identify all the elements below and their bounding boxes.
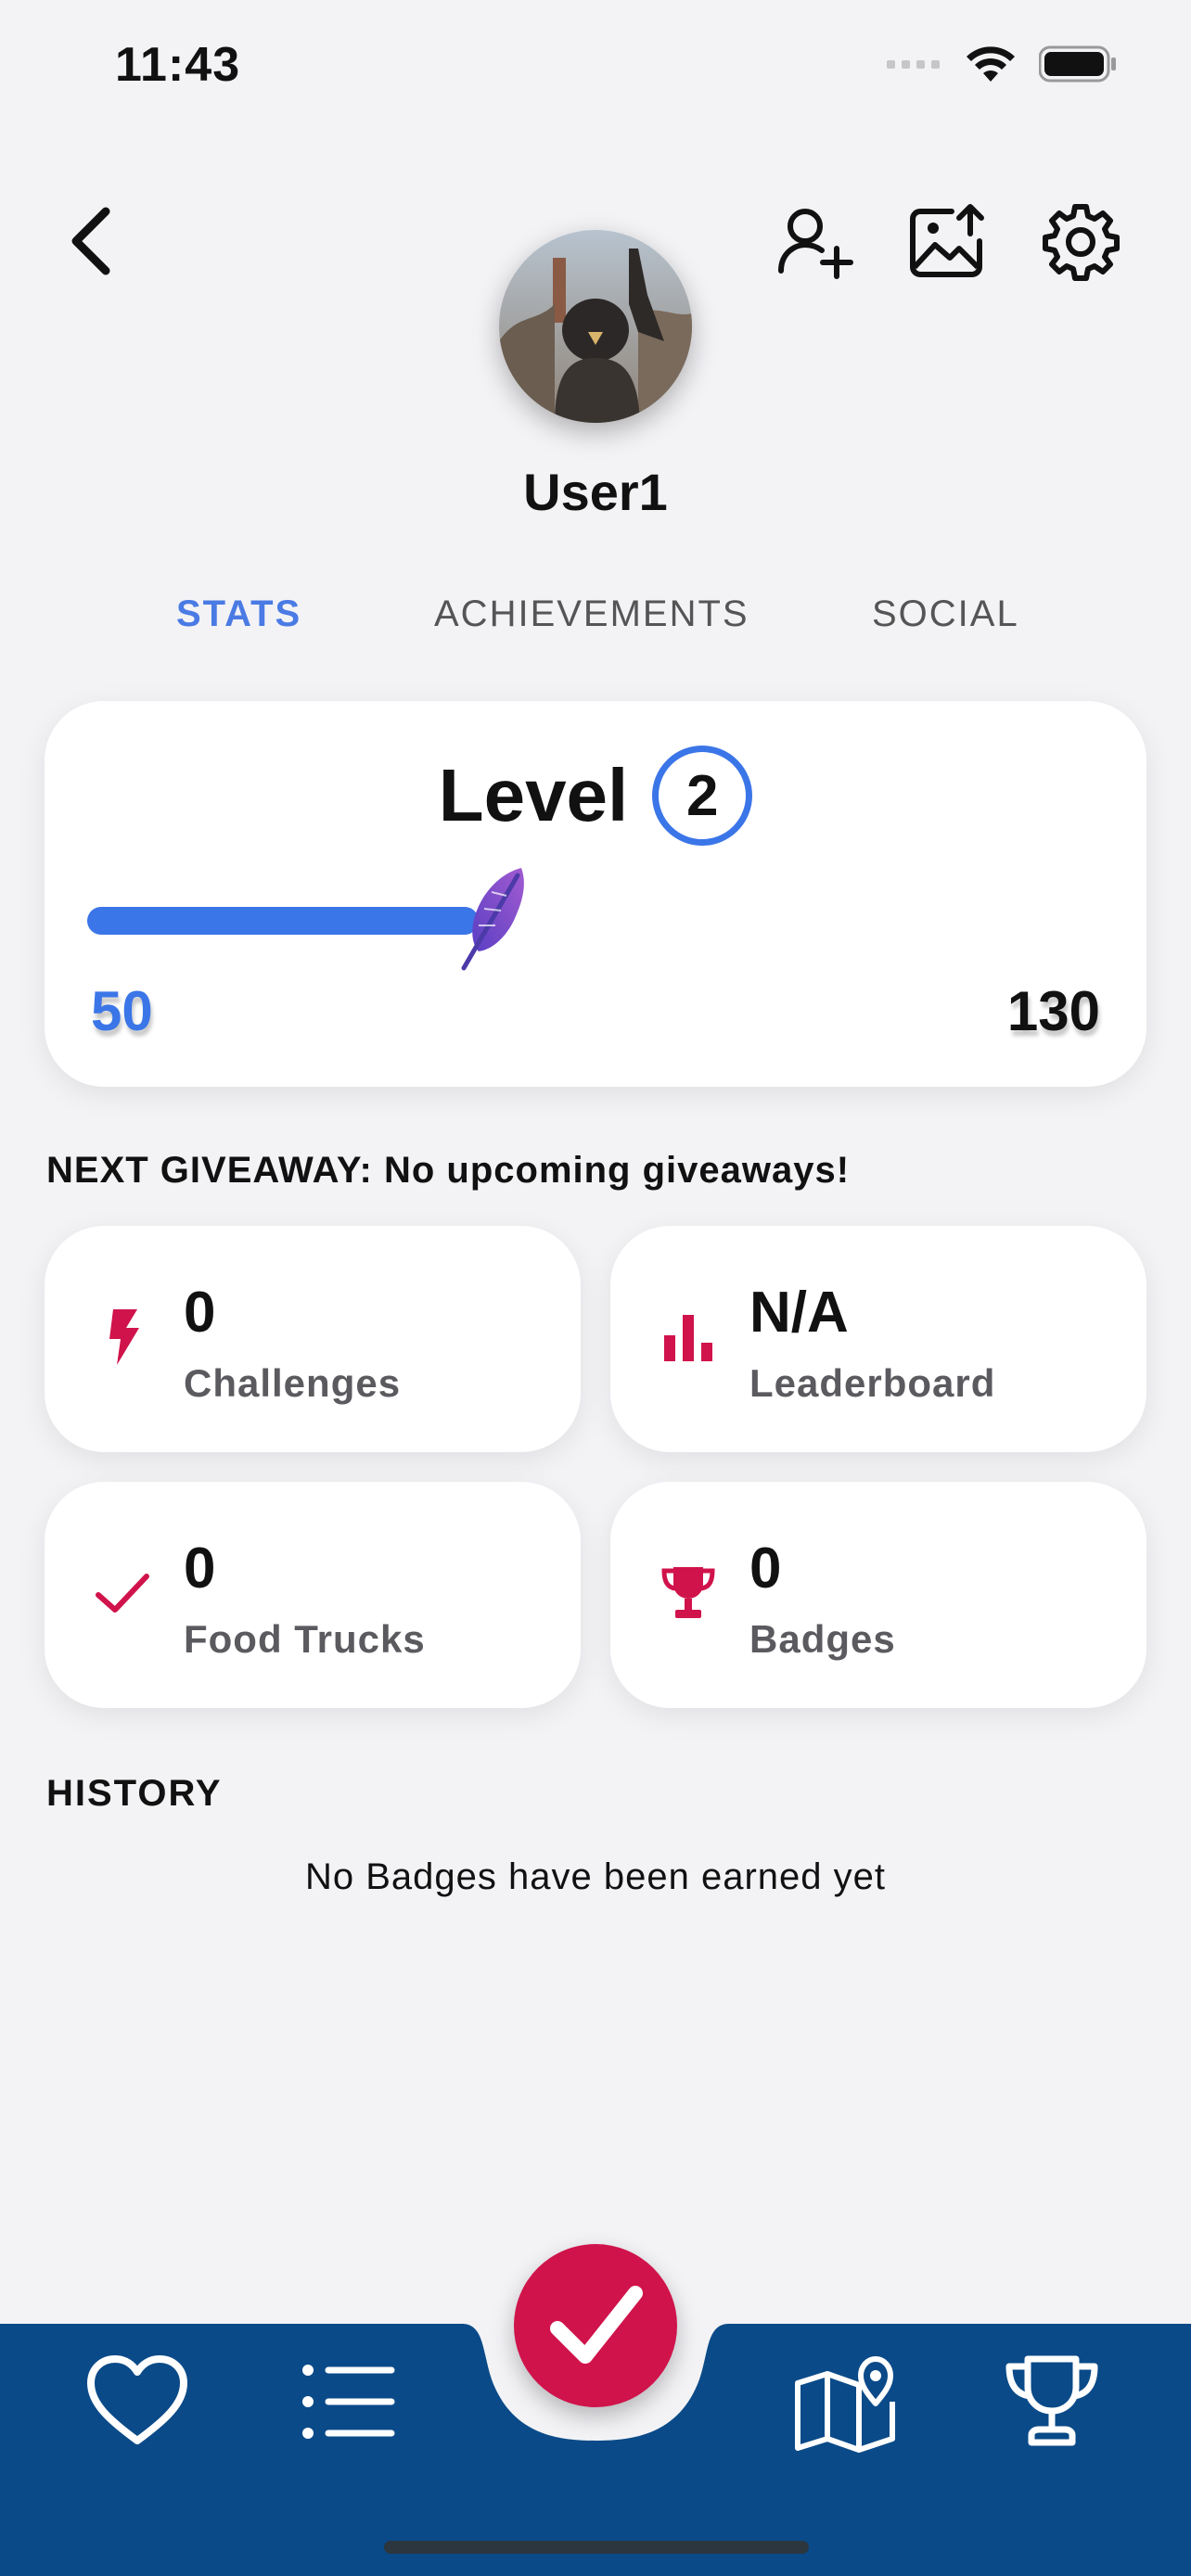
tab-stats[interactable]: STATS <box>176 593 301 635</box>
status-time: 11:43 <box>115 38 241 92</box>
level-max-points: 130 <box>1006 980 1100 1042</box>
cellular-signal-icon <box>887 60 940 69</box>
level-min-points: 50 <box>91 980 153 1042</box>
next-giveaway: NEXT GIVEAWAY: No upcoming giveaways! <box>46 1150 851 1191</box>
list-icon <box>302 2365 395 2439</box>
tab-achievements[interactable]: ACHIEVEMENTS <box>434 593 749 635</box>
chevron-left-icon <box>71 207 110 275</box>
battery-icon <box>1039 45 1116 83</box>
leaderboard-card[interactable]: N/A Leaderboard <box>610 1226 1146 1452</box>
food-trucks-card[interactable]: 0 Food Trucks <box>45 1482 581 1708</box>
checkmark-icon <box>550 2286 643 2364</box>
upload-image-button[interactable] <box>907 202 987 282</box>
home-indicator <box>384 2541 809 2554</box>
settings-button[interactable] <box>1041 202 1121 282</box>
back-button[interactable] <box>61 204 126 278</box>
tab-social[interactable]: SOCIAL <box>872 593 1019 635</box>
food-trucks-label: Food Trucks <box>184 1617 426 1661</box>
level-title: Level 2 <box>45 746 1146 846</box>
challenges-card[interactable]: 0 Challenges <box>45 1226 581 1452</box>
avatar-photo <box>499 230 692 423</box>
add-friend-button[interactable] <box>775 202 855 282</box>
heart-icon <box>87 2355 187 2444</box>
level-number-badge: 2 <box>652 746 753 846</box>
nav-map[interactable] <box>790 2346 902 2457</box>
nav-rewards[interactable] <box>996 2346 1108 2457</box>
check-in-button[interactable] <box>514 2244 677 2407</box>
trophy-icon <box>661 1567 715 1618</box>
add-friend-icon <box>778 209 853 279</box>
history-empty-message: No Badges have been earned yet <box>305 1856 886 1897</box>
leaderboard-value: N/A <box>749 1281 849 1345</box>
badges-card[interactable]: 0 Badges <box>610 1482 1146 1708</box>
map-icon <box>795 2356 895 2453</box>
trophy-icon <box>1005 2355 1098 2446</box>
level-card: Level 2 50 130 <box>45 701 1146 1087</box>
nav-favorites[interactable] <box>82 2346 193 2457</box>
lightning-icon <box>109 1309 139 1365</box>
leaderboard-label: Leaderboard <box>749 1361 996 1405</box>
challenges-label: Challenges <box>184 1361 402 1405</box>
badges-value: 0 <box>749 1537 782 1600</box>
username: User1 <box>523 463 668 521</box>
wifi-icon <box>967 46 1015 82</box>
level-progress-bar <box>87 868 1104 971</box>
checkmark-icon <box>96 1574 149 1613</box>
badges-label: Badges <box>749 1617 896 1661</box>
feather-icon <box>461 868 524 971</box>
status-icons <box>887 45 1117 83</box>
nav-list[interactable] <box>289 2346 401 2457</box>
level-label: Level <box>438 754 629 836</box>
upload-image-icon <box>910 204 984 277</box>
history-title: HISTORY <box>46 1773 223 1814</box>
avatar[interactable] <box>499 230 692 423</box>
level-progress-fill <box>87 907 479 935</box>
challenges-value: 0 <box>184 1281 216 1345</box>
profile-tabs: STATS ACHIEVEMENTS SOCIAL <box>0 593 1191 649</box>
gear-icon <box>1043 204 1120 281</box>
bar-chart-icon <box>664 1315 712 1361</box>
food-trucks-value: 0 <box>184 1537 216 1600</box>
